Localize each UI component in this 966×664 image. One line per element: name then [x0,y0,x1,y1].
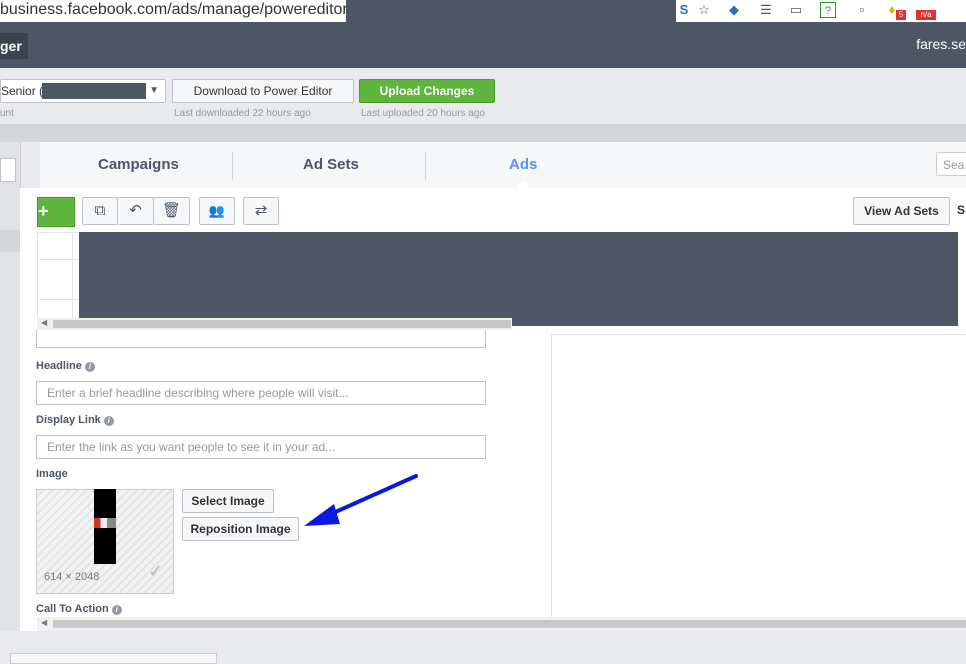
select-image-button[interactable]: Select Image [182,489,274,513]
panel-divider [551,334,552,617]
headline-input[interactable] [37,382,485,404]
arrow-head [304,504,340,526]
checkmark-icon: ✓ [148,561,164,581]
redacted-account-name [42,83,146,99]
left-panel-row[interactable] [0,230,20,252]
audience-icon[interactable]: 👥 [199,197,235,225]
tab-ads[interactable]: Ads [509,156,537,173]
account-sub: unt [0,108,14,119]
upload-button[interactable]: Upload Changes [359,79,495,103]
s-icon[interactable]: S [676,2,692,18]
address-bar[interactable]: business.facebook.com/ads/manage/powered… [0,0,347,22]
trash-icon[interactable]: 🗑 [154,197,190,225]
minus-icon[interactable]: ▭ [788,2,804,18]
headline-label: Headline i [36,360,95,372]
preview-top-border [552,334,966,335]
search-input[interactable]: Sea [936,152,966,176]
chevron-down-icon: ▼ [149,85,159,96]
puzzle-icon[interactable]: ◆ [726,2,742,18]
export-icon[interactable]: ⇄ [243,197,279,225]
app-header: ger fares.se [0,22,966,68]
image-label: Image [36,468,68,480]
page-icon[interactable]: ▫ [854,2,870,18]
user-name[interactable]: fares.se [916,36,966,52]
view-ad-sets-button[interactable]: View Ad Sets [853,197,950,225]
browser-chrome-dark [346,0,676,22]
image-thumbnail-detail [94,518,116,528]
tab-bar: Campaigns Ad Sets Ads [40,142,966,189]
tab-ad-sets[interactable]: Ad Sets [303,156,359,173]
download-button[interactable]: Download to Power Editor [172,79,354,103]
display-link-label: Display Link i [36,414,114,426]
form-scrollbar[interactable]: ◀ [37,617,966,631]
scrollbar-thumb[interactable] [53,620,966,628]
tab-divider [232,152,233,180]
help-icon[interactable]: ? [820,2,836,18]
account-label: Senior ( [1,84,44,98]
info-icon[interactable]: i [103,416,114,426]
bottom-tab[interactable] [10,653,217,664]
left-panel [0,142,21,662]
ads-table [37,232,80,319]
lines-icon[interactable]: ☰ [758,2,774,18]
right-toolbar-fragment[interactable]: S [957,203,965,217]
headline-field[interactable] [36,381,486,405]
scroll-left-icon[interactable]: ◀ [41,618,47,627]
previous-field[interactable] [36,330,486,348]
na-badge-icon[interactable]: n/a [916,10,936,20]
info-icon[interactable]: i [84,362,95,372]
tab-campaigns[interactable]: Campaigns [98,156,179,173]
scrollbar-thumb[interactable] [53,320,511,328]
info-icon[interactable]: i [111,605,122,615]
download-status: Last downloaded 22 hours ago [174,108,311,119]
table-scrollbar[interactable]: ◀ [37,318,512,330]
call-to-action-label: Call To Action i [36,603,122,615]
table-right-edge [958,232,966,332]
separator-band [0,124,966,142]
display-link-input[interactable] [37,436,485,458]
reposition-image-button[interactable]: Reposition Image [182,517,299,541]
active-tab-indicator [516,181,530,188]
revert-icon[interactable]: ↶ [118,197,154,225]
scroll-left-icon[interactable]: ◀ [41,318,47,327]
upload-status: Last uploaded 20 hours ago [361,108,485,119]
badge-count: 5 [896,10,906,20]
create-ad-button[interactable]: + [37,197,75,227]
duplicate-icon[interactable]: ⧉ [82,197,118,225]
app-title[interactable]: ger [0,33,28,59]
redacted-ads-table [79,232,959,326]
display-link-field[interactable] [36,435,486,459]
image-dimensions: 614 × 2048 [44,571,100,583]
browser-toolbar-icons: S ☆ ◆ ☰ ▭ ? ▫ ♦ 5 n/a [676,0,966,22]
power-editor-toolbar: Senior ( ▼ unt Download to Power Editor … [0,68,966,125]
left-dropdown[interactable] [0,158,16,182]
star-icon[interactable]: ☆ [696,2,712,18]
tab-divider [425,152,426,180]
annotation-arrow-icon [304,474,418,526]
